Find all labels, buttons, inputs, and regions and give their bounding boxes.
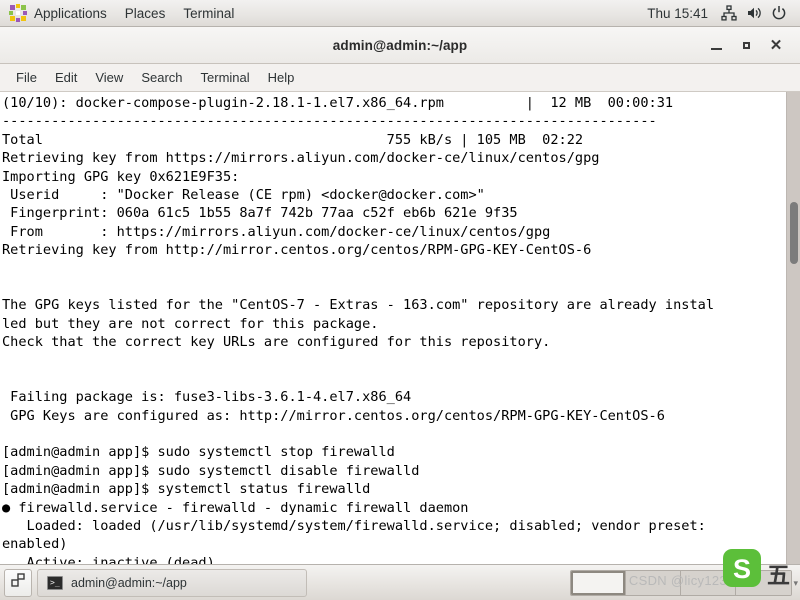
window-titlebar[interactable]: admin@admin:~/app ✕	[0, 27, 800, 64]
terminal-line: ● firewalld.service - firewalld - dynami…	[2, 499, 469, 516]
close-button[interactable]: ✕	[762, 31, 790, 59]
terminal-line: Loaded: loaded (/usr/lib/systemd/system/…	[2, 517, 706, 534]
terminal-line: [admin@admin app]$ sudo systemctl stop f…	[2, 444, 395, 461]
terminal-line: [admin@admin app]$ systemctl status fire…	[2, 481, 371, 498]
minimize-icon	[710, 47, 722, 50]
menu-view[interactable]: View	[86, 67, 132, 88]
workspace-1[interactable]	[571, 570, 626, 595]
terminal-line: enabled)	[2, 536, 68, 553]
menu-help[interactable]: Help	[259, 67, 304, 88]
terminal-line: Failing package is: fuse3-libs-3.6.1-4.e…	[2, 389, 412, 406]
workspace-switcher[interactable]	[570, 569, 792, 596]
terminal-line: GPG Keys are configured as: http://mirro…	[2, 407, 665, 424]
maximize-button[interactable]	[732, 31, 760, 59]
workspace-4[interactable]	[736, 570, 791, 595]
places-menu[interactable]: Places	[116, 0, 175, 27]
terminal-line: Fingerprint: 060a 61c5 1b55 8a7f 742b 77…	[2, 205, 518, 222]
minimize-button[interactable]	[702, 31, 730, 59]
terminal-line: Check that the correct key URLs are conf…	[2, 334, 551, 351]
network-icon[interactable]	[718, 2, 740, 24]
close-icon: ✕	[769, 36, 783, 54]
show-desktop-icon	[10, 572, 26, 593]
bottom-taskbar: >_ admin@admin:~/app	[0, 564, 800, 600]
clock[interactable]: Thu 15:41	[637, 6, 718, 21]
show-desktop-button[interactable]	[4, 568, 32, 597]
task-button-terminal[interactable]: >_ admin@admin:~/app	[37, 568, 307, 597]
scrollbar-thumb[interactable]	[790, 202, 798, 264]
applications-menu-label: Applications	[34, 5, 107, 21]
menu-search[interactable]: Search	[132, 67, 191, 88]
task-button-label: admin@admin:~/app	[71, 575, 187, 590]
system-tray	[718, 2, 800, 24]
centos-logo-icon	[9, 4, 27, 22]
terminal-output[interactable]: (10/10): docker-compose-plugin-2.18.1-1.…	[0, 92, 786, 564]
applications-menu[interactable]: Applications	[0, 0, 116, 27]
terminal-line: Active: inactive (dead)	[2, 554, 215, 564]
terminal-line: Userid : "Docker Release (CE rpm) <docke…	[2, 186, 485, 203]
terminal-line: Importing GPG key 0x621E9F35:	[2, 168, 240, 185]
gnome-top-panel: Applications Places Terminal Thu 15:41	[0, 0, 800, 27]
terminal-line: Retrieving key from https://mirrors.aliy…	[2, 150, 600, 167]
terminal-menu-label: Terminal	[183, 5, 235, 21]
window-list: >_ admin@admin:~/app	[37, 568, 307, 597]
window-title: admin@admin:~/app	[332, 37, 468, 53]
menu-file[interactable]: File	[7, 67, 46, 88]
terminal-line: From : https://mirrors.aliyun.com/docker…	[2, 223, 551, 240]
menu-terminal[interactable]: Terminal	[192, 67, 259, 88]
terminal-window: admin@admin:~/app ✕ File Edit View Searc…	[0, 27, 800, 564]
maximize-icon	[742, 41, 750, 49]
terminal-line: led but they are not correct for this pa…	[2, 315, 379, 332]
terminal-area: (10/10): docker-compose-plugin-2.18.1-1.…	[0, 92, 800, 564]
places-menu-label: Places	[124, 5, 166, 21]
terminal-line: Retrieving key from http://mirror.centos…	[2, 242, 592, 259]
power-icon[interactable]	[768, 2, 790, 24]
terminal-line: ----------------------------------------…	[2, 113, 657, 130]
terminal-scrollbar[interactable]	[786, 92, 800, 564]
workspace-2[interactable]	[626, 570, 681, 595]
terminal-line: (10/10): docker-compose-plugin-2.18.1-1.…	[2, 95, 674, 111]
terminal-line: Total 755 kB/s | 105 MB 02:22	[2, 131, 584, 148]
menu-edit[interactable]: Edit	[46, 67, 86, 88]
terminal-line: [admin@admin app]$ sudo systemctl disabl…	[2, 462, 420, 479]
terminal-icon: >_	[47, 575, 63, 590]
volume-icon[interactable]	[743, 2, 765, 24]
terminal-line: The GPG keys listed for the "CentOS-7 - …	[2, 297, 715, 314]
terminal-menu[interactable]: Terminal	[174, 0, 243, 27]
window-controls: ✕	[702, 31, 800, 59]
menu-bar: File Edit View Search Terminal Help	[0, 64, 800, 92]
workspace-3[interactable]	[681, 570, 736, 595]
